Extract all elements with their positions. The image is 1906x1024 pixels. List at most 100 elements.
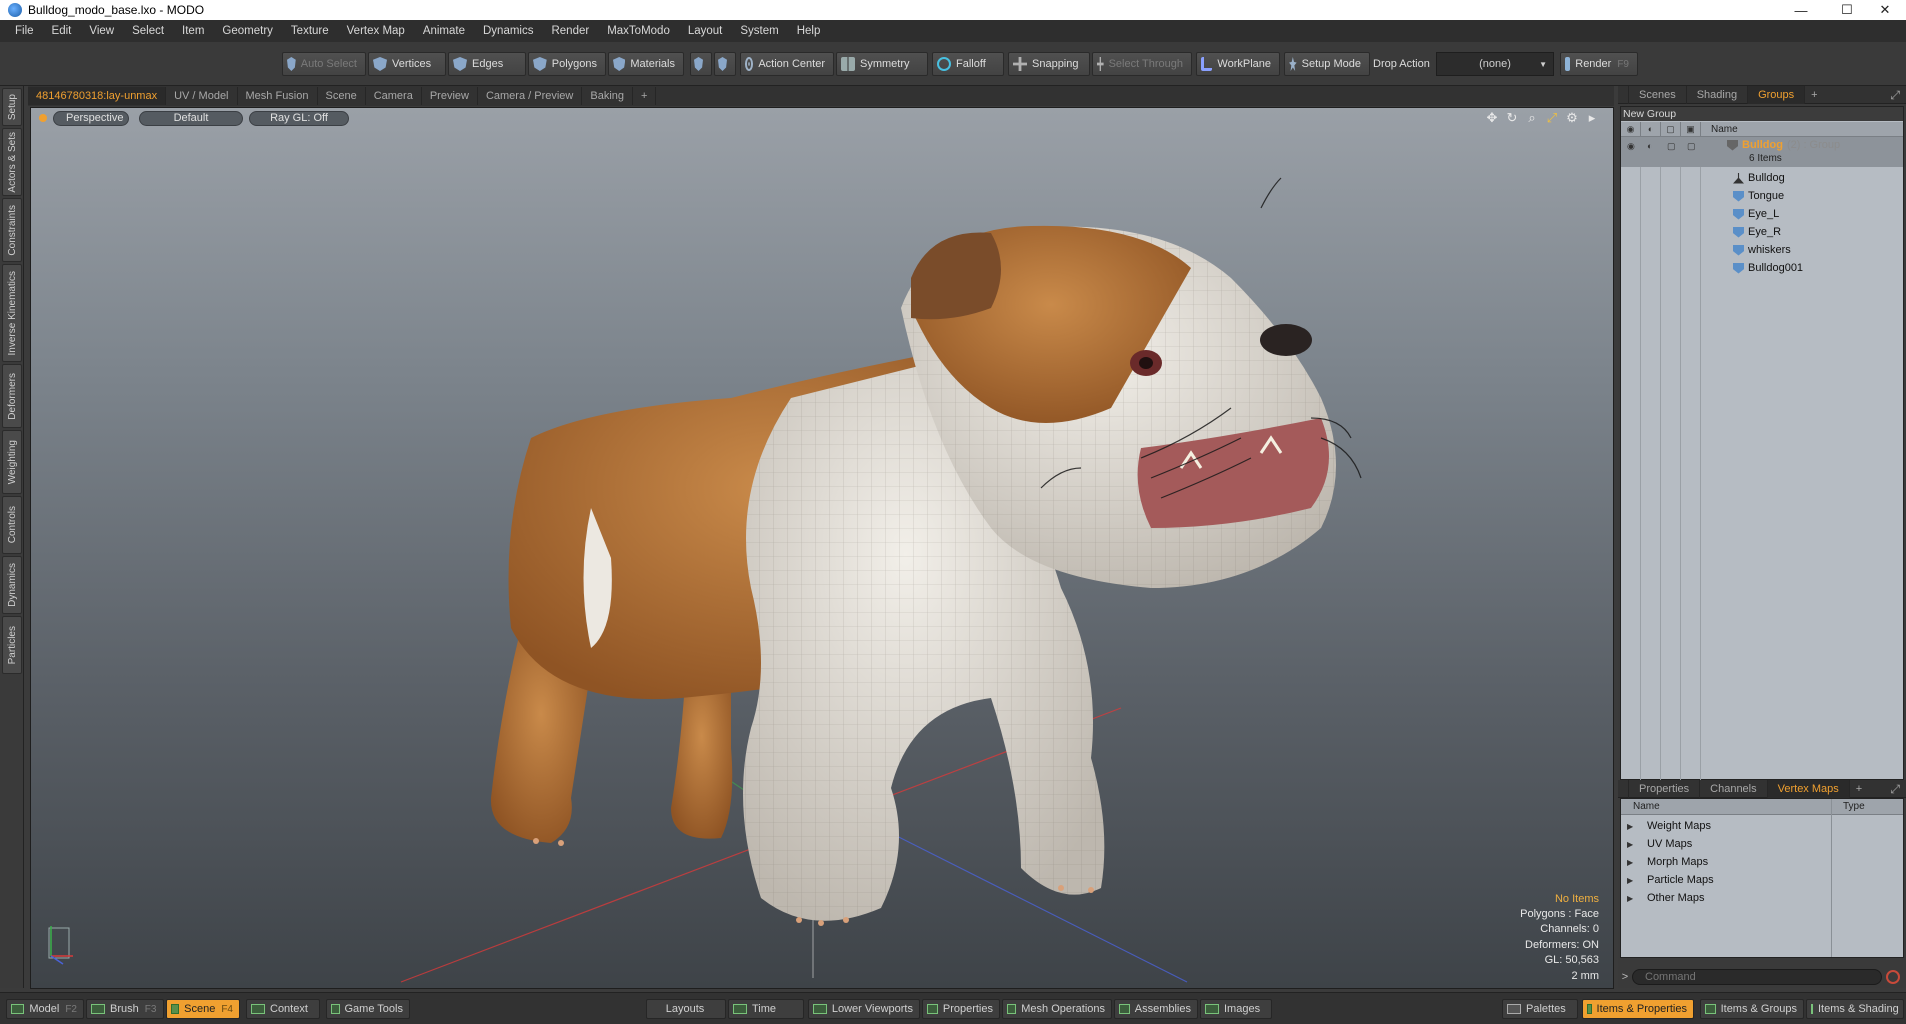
tab-scene[interactable]: Scene (318, 87, 366, 105)
panel-lower-viewports-button[interactable]: Lower Viewports (808, 999, 920, 1019)
list-item-weight-maps[interactable]: ▶ Weight Maps (1621, 817, 1903, 835)
tab-particles[interactable]: Particles (2, 616, 22, 674)
tab-inverse-kinematics[interactable]: Inverse Kinematics (2, 264, 22, 362)
list-item-bulldog001[interactable]: Bulldog001 (1621, 259, 1903, 277)
materials-button[interactable]: Materials (608, 52, 684, 76)
menu-dynamics[interactable]: Dynamics (474, 25, 542, 37)
menu-texture[interactable]: Texture (282, 25, 338, 37)
panel-assemblies-button[interactable]: Assemblies (1114, 999, 1198, 1019)
group-row-bulldog[interactable]: ◉ ◐ ▢ ▢ Bulldog (2) : Group 6 Items (1621, 137, 1903, 167)
tab-weighting[interactable]: Weighting (2, 430, 22, 494)
tab-setup[interactable]: Setup (2, 88, 22, 126)
list-item-tongue[interactable]: Tongue (1621, 187, 1903, 205)
polygons-button[interactable]: Polygons (528, 52, 606, 76)
add-tab-icon[interactable]: + (1805, 89, 1823, 101)
add-tab-button[interactable]: + (633, 87, 657, 105)
layout-context-button[interactable]: Context (246, 999, 320, 1019)
snapping-button[interactable]: Snapping (1008, 52, 1090, 76)
render-icon[interactable]: ◐ (1647, 141, 1652, 151)
list-item-eye-r[interactable]: Eye_R (1621, 223, 1903, 241)
close-button[interactable]: ✕ (1862, 0, 1906, 20)
menu-layout[interactable]: Layout (679, 25, 732, 37)
menu-system[interactable]: System (731, 25, 787, 37)
menu-help[interactable]: Help (788, 25, 830, 37)
tab-layout-unmax[interactable]: 48146780318:lay-unmax (28, 87, 167, 105)
list-item-bulldog[interactable]: Bulldog (1621, 169, 1903, 187)
render-toggle-icon[interactable]: ◐ (1641, 121, 1661, 137)
panel-images-button[interactable]: Images (1200, 999, 1272, 1019)
tab-deformers[interactable]: Deformers (2, 364, 22, 428)
menu-item[interactable]: Item (173, 25, 213, 37)
menu-edit[interactable]: Edit (43, 25, 81, 37)
menu-select[interactable]: Select (123, 25, 173, 37)
new-group-button[interactable]: New Group (1621, 107, 1903, 121)
expand-triangle-icon[interactable]: ▶ (1627, 858, 1637, 867)
tab-constraints[interactable]: Constraints (2, 198, 22, 262)
tab-properties[interactable]: Properties (1628, 779, 1701, 798)
lock-icon[interactable]: ▢ (1667, 141, 1676, 152)
list-item-eye-l[interactable]: Eye_L (1621, 205, 1903, 223)
expand-triangle-icon[interactable]: ▶ (1627, 876, 1637, 885)
select-mode-toggle-a[interactable] (690, 52, 712, 76)
select-mode-toggle-b[interactable] (714, 52, 736, 76)
tab-vertex-maps[interactable]: Vertex Maps (1767, 779, 1850, 798)
tab-groups[interactable]: Groups (1748, 85, 1806, 104)
action-center-button[interactable]: Action Center (740, 52, 834, 76)
select-through-button[interactable]: Select Through (1092, 52, 1192, 76)
expand-icon[interactable]: ⤢ (1890, 782, 1900, 797)
layout-items-properties-button[interactable]: Items & Properties (1582, 999, 1694, 1019)
menu-file[interactable]: File (6, 25, 43, 37)
setup-mode-button[interactable]: Setup Mode (1284, 52, 1370, 76)
tab-scenes[interactable]: Scenes (1628, 85, 1687, 104)
falloff-button[interactable]: Falloff (932, 52, 1004, 76)
tab-camera-preview[interactable]: Camera / Preview (478, 87, 583, 105)
command-clear-icon[interactable] (1886, 970, 1900, 984)
panel-properties-button[interactable]: Properties (922, 999, 1000, 1019)
visibility-icon[interactable]: ◉ (1621, 121, 1641, 137)
tab-uv-model[interactable]: UV / Model (166, 87, 238, 105)
vertices-button[interactable]: Vertices (368, 52, 446, 76)
tab-controls[interactable]: Controls (2, 496, 22, 554)
layout-model-button[interactable]: Model F2 (6, 999, 84, 1019)
layout-scene-button[interactable]: Scene F4 (166, 999, 240, 1019)
layout-brush-button[interactable]: Brush F3 (86, 999, 164, 1019)
tab-mesh-fusion[interactable]: Mesh Fusion (238, 87, 318, 105)
3d-viewport[interactable]: Perspective Default Ray GL: Off ✥ ↻ ⌕ ⤢ … (30, 107, 1614, 989)
symmetry-button[interactable]: Symmetry (836, 52, 928, 76)
tab-camera[interactable]: Camera (366, 87, 422, 105)
tab-shading[interactable]: Shading (1687, 85, 1749, 104)
minimize-button[interactable]: — (1778, 0, 1824, 20)
auto-select-button[interactable]: Auto Select (282, 52, 366, 76)
lock-icon[interactable]: ▢ (1661, 121, 1681, 137)
tab-channels[interactable]: Channels (1700, 779, 1768, 798)
workplane-button[interactable]: WorkPlane (1196, 52, 1280, 76)
tab-baking[interactable]: Baking (582, 87, 634, 105)
layout-items-shading-button[interactable]: Items & Shading (1806, 999, 1904, 1019)
menu-animate[interactable]: Animate (414, 25, 474, 37)
command-input[interactable] (1632, 969, 1882, 985)
select-toggle-icon[interactable]: ▣ (1681, 121, 1701, 137)
layouts-button[interactable]: Layouts (646, 999, 726, 1019)
panel-time-button[interactable]: Time (728, 999, 804, 1019)
eye-icon[interactable]: ◉ (1627, 141, 1635, 152)
add-tab-icon[interactable]: + (1850, 783, 1868, 795)
list-item-morph-maps[interactable]: ▶ Morph Maps (1621, 853, 1903, 871)
list-item-uv-maps[interactable]: ▶ UV Maps (1621, 835, 1903, 853)
expand-triangle-icon[interactable]: ▶ (1627, 840, 1637, 849)
menu-render[interactable]: Render (542, 25, 598, 37)
tab-preview[interactable]: Preview (422, 87, 478, 105)
tab-dynamics[interactable]: Dynamics (2, 556, 22, 614)
menu-maxtomodo[interactable]: MaxToModo (598, 25, 679, 37)
menu-view[interactable]: View (80, 25, 123, 37)
expand-triangle-icon[interactable]: ▶ (1627, 822, 1637, 831)
list-item-whiskers[interactable]: whiskers (1621, 241, 1903, 259)
list-item-particle-maps[interactable]: ▶ Particle Maps (1621, 871, 1903, 889)
panel-mesh-operations-button[interactable]: Mesh Operations (1002, 999, 1112, 1019)
edges-button[interactable]: Edges (448, 52, 526, 76)
render-button[interactable]: Render F9 (1560, 52, 1638, 76)
layout-game-tools-button[interactable]: Game Tools (326, 999, 410, 1019)
menu-geometry[interactable]: Geometry (213, 25, 282, 37)
select-icon[interactable]: ▢ (1687, 141, 1696, 152)
expand-triangle-icon[interactable]: ▶ (1627, 894, 1637, 903)
list-item-other-maps[interactable]: ▶ Other Maps (1621, 889, 1903, 907)
